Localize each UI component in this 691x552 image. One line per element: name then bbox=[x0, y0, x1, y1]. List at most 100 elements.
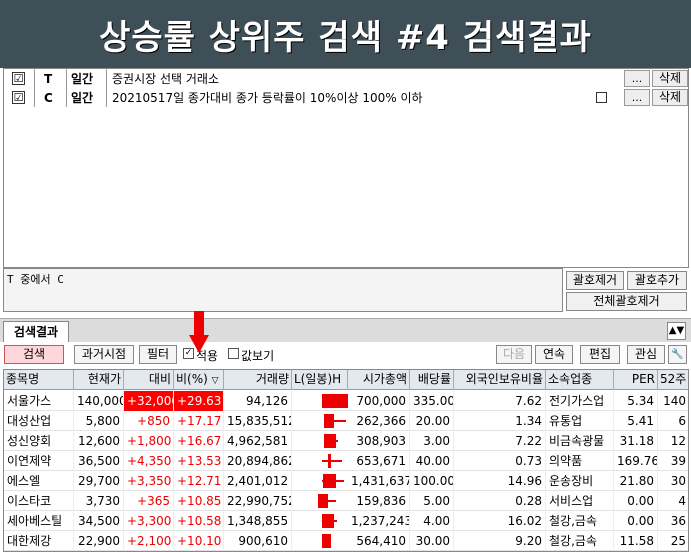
value-view-label: 값보기 bbox=[241, 349, 275, 363]
cell-foreign: 16.02 bbox=[454, 511, 546, 531]
cell-div: 335.00 bbox=[410, 391, 454, 411]
filter-button[interactable]: 필터 bbox=[139, 345, 177, 364]
cell-name: 성신양회 bbox=[4, 431, 74, 451]
next-button[interactable]: 다음 bbox=[496, 345, 532, 364]
cell-foreign: 7.22 bbox=[454, 431, 546, 451]
cell-foreign: 7.62 bbox=[454, 391, 546, 411]
cell-sector: 전기가스업 bbox=[546, 391, 614, 411]
divider bbox=[66, 88, 67, 107]
divider bbox=[106, 69, 107, 88]
remove-all-brackets-button[interactable]: 전체괄호제거 bbox=[566, 292, 687, 311]
cell-mcap: 1,431,637 bbox=[348, 471, 410, 491]
header-dividend[interactable]: 배당률 bbox=[410, 370, 454, 390]
cell-pct: +17.17 bbox=[174, 411, 224, 431]
cell-sector: 의약품 bbox=[546, 451, 614, 471]
table-row[interactable]: 성신양회 12,600 +1,800 +16.67 4,962,581 308,903 3.… bbox=[4, 431, 688, 451]
header-volume[interactable]: 거래량 bbox=[224, 370, 292, 390]
condition-row-c[interactable]: ☑ C 일간 20210517일 종가대비 종가 등락률이 10%이상 100%… bbox=[4, 88, 690, 107]
condition-letter: T bbox=[44, 71, 53, 86]
continuous-button[interactable]: 연속 bbox=[535, 345, 573, 364]
header-name[interactable]: 종목명 bbox=[4, 370, 74, 390]
table-row[interactable]: 대성산업 5,800 +850 +17.17 15,835,512 262,366 20.0… bbox=[4, 411, 688, 431]
table-row[interactable]: 이연제약 36,500 +4,350 +13.53 20,894,862 653,671 4… bbox=[4, 451, 688, 471]
cell-div: 40.00 bbox=[410, 451, 454, 471]
condition-delete-button[interactable]: 삭제 bbox=[652, 70, 688, 87]
header-sector[interactable]: 소속업종 bbox=[546, 370, 614, 390]
condition-more-button[interactable]: ... bbox=[624, 70, 650, 87]
condition-expression-field[interactable]: T 중에서 C bbox=[3, 268, 563, 312]
cell-w52: 6 bbox=[658, 411, 688, 431]
header-per[interactable]: PER bbox=[614, 370, 658, 390]
title-banner: 상승률 상위주 검색 #4 검색결과 bbox=[0, 0, 691, 68]
cell-pct: +10.10 bbox=[174, 531, 224, 551]
table-row[interactable]: 에스엘 29,700 +3,350 +12.71 2,401,012 1,431,637 1… bbox=[4, 471, 688, 491]
cell-change: +1,800 bbox=[124, 431, 174, 451]
condition-description: 증권시장 선택 거래소 bbox=[112, 72, 219, 86]
cell-volume: 94,126 bbox=[224, 391, 292, 411]
cell-mcap: 308,903 bbox=[348, 431, 410, 451]
cell-sector: 철강,금속 bbox=[546, 511, 614, 531]
table-row[interactable]: 서울가스 140,000 +32,000 +29.63 94,126 700,000 335… bbox=[4, 391, 688, 411]
condition-checkbox[interactable]: ☑ bbox=[12, 72, 25, 85]
cell-change: +365 bbox=[124, 491, 174, 511]
table-row[interactable]: 이스타코 3,730 +365 +10.85 22,990,752 159,836 5.00… bbox=[4, 491, 688, 511]
cell-div: 3.00 bbox=[410, 431, 454, 451]
cell-price: 3,730 bbox=[74, 491, 124, 511]
value-view-checkbox[interactable] bbox=[228, 348, 239, 359]
watchlist-button[interactable]: 관심 bbox=[627, 345, 665, 364]
condition-delete-button[interactable]: 삭제 bbox=[652, 89, 688, 106]
candle-body bbox=[318, 494, 328, 508]
header-foreign-ratio[interactable]: 외국인보유비율 bbox=[454, 370, 546, 390]
candle-body bbox=[328, 454, 331, 468]
search-button[interactable]: 검색 bbox=[4, 345, 64, 364]
cell-sector: 철강,금속 bbox=[546, 531, 614, 551]
header-price[interactable]: 현재가 bbox=[74, 370, 124, 390]
edit-button[interactable]: 편집 bbox=[580, 345, 620, 364]
cell-div: 5.00 bbox=[410, 491, 454, 511]
cell-mcap: 1,237,243 bbox=[348, 511, 410, 531]
condition-period: 일간 bbox=[71, 72, 94, 86]
wrench-icon[interactable]: 🔧 bbox=[668, 345, 687, 364]
cell-volume: 20,894,862 bbox=[224, 451, 292, 471]
header-change[interactable]: 대비 bbox=[124, 370, 174, 390]
cell-per: 5.41 bbox=[614, 411, 658, 431]
header-52week[interactable]: 52주 bbox=[658, 370, 688, 390]
cell-pct: +10.85 bbox=[174, 491, 224, 511]
candle-body bbox=[324, 434, 336, 448]
divider bbox=[66, 69, 67, 88]
cell-w52: 12 bbox=[658, 431, 688, 451]
cell-change: +3,300 bbox=[124, 511, 174, 531]
cell-per: 5.34 bbox=[614, 391, 658, 411]
past-point-button[interactable]: 과거시점 bbox=[74, 345, 134, 364]
cell-pct: +12.71 bbox=[174, 471, 224, 491]
add-bracket-button[interactable]: 괄호추가 bbox=[627, 271, 687, 290]
condition-more-button[interactable]: ... bbox=[624, 89, 650, 106]
header-pct-label: 비(%) bbox=[176, 372, 208, 386]
cell-price: 12,600 bbox=[74, 431, 124, 451]
header-pct[interactable]: 비(%) ▽ bbox=[174, 370, 224, 390]
scroll-updown-icon[interactable]: ▲▼ bbox=[667, 322, 686, 340]
cell-mcap: 262,366 bbox=[348, 411, 410, 431]
tab-search-results[interactable]: 검색결과 bbox=[3, 321, 69, 343]
cell-change: +32,000 bbox=[124, 391, 174, 411]
condition-checkbox[interactable]: ☑ bbox=[12, 91, 25, 104]
cell-pct: +16.67 bbox=[174, 431, 224, 451]
candle-wick bbox=[322, 460, 342, 462]
header-candle[interactable]: L(일봉)H bbox=[292, 370, 348, 390]
condition-row-t[interactable]: ☑ T 일간 증권시장 선택 거래소 ... 삭제 bbox=[4, 69, 690, 88]
condition-list: ☑ T 일간 증권시장 선택 거래소 ... 삭제 ☑ C 일간 2021051… bbox=[3, 68, 689, 268]
cell-price: 5,800 bbox=[74, 411, 124, 431]
cell-per: 0.00 bbox=[614, 491, 658, 511]
header-market-cap[interactable]: 시가총액 bbox=[348, 370, 410, 390]
cell-name: 세아베스틸 bbox=[4, 511, 74, 531]
remove-bracket-button[interactable]: 괄호제거 bbox=[566, 271, 624, 290]
cell-change: +4,350 bbox=[124, 451, 174, 471]
table-row[interactable]: 대한제강 22,900 +2,100 +10.10 900,610 564,410 30.0… bbox=[4, 531, 688, 551]
table-row[interactable]: 세아베스틸 34,500 +3,300 +10.58 1,348,855 1,237,24… bbox=[4, 511, 688, 531]
condition-letter: C bbox=[44, 90, 53, 105]
cell-div: 100.00 bbox=[410, 471, 454, 491]
condition-option-checkbox[interactable] bbox=[596, 92, 607, 103]
cell-sector: 운송장비 bbox=[546, 471, 614, 491]
cell-volume: 4,962,581 bbox=[224, 431, 292, 451]
cell-volume: 900,610 bbox=[224, 531, 292, 551]
